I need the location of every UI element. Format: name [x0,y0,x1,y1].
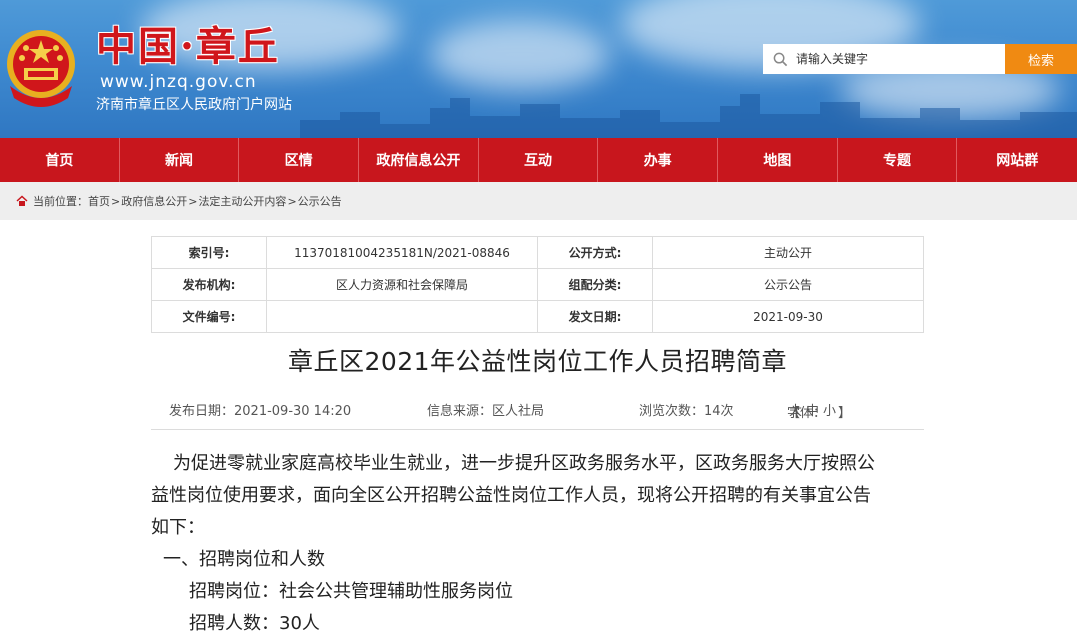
font-bracket-open: 【 [787,406,801,421]
recruit-post: 招聘岗位：社会公共管理辅助性服务岗位 [189,581,513,602]
nav-item-services[interactable]: 办事 [598,138,719,182]
issue-date-label: 发文日期: [537,300,653,333]
publish-date: 发布日期：2021-09-30 14:20 [169,404,352,419]
site-url: www.jnzq.gov.cn [100,72,257,92]
breadcrumb-separator: > [287,194,297,208]
font-size-switcher: 字体： 【大中小】 [787,400,851,421]
publisher-value: 区人力资源和社会保障局 [266,268,538,301]
paragraph-line: 如下： [151,517,205,538]
paragraph-line: 益性岗位使用要求，面向全区公开招聘公益性岗位工作人员，现将公开招聘的有关事宜公告 [151,485,871,506]
table-row: 发布机构: 区人力资源和社会保障局 组配分类: 公示公告 [151,268,924,301]
nav-item-home[interactable]: 首页 [0,138,120,182]
national-emblem-icon [7,30,75,107]
category-value: 公示公告 [652,268,924,301]
city-skyline-decoration [300,94,1077,138]
home-icon [16,195,28,206]
site-logo-text: 中国·章丘 [96,23,280,70]
view-count: 浏览次数：14次 [639,404,734,419]
nav-item-topics[interactable]: 专题 [838,138,958,182]
main-nav: 首页 新闻 区情 政府信息公开 互动 办事 地图 专题 网站群 [0,138,1077,182]
nav-item-news[interactable]: 新闻 [120,138,240,182]
search-icon [773,52,788,66]
site-subtitle: 济南市章丘区人民政府门户网站 [96,97,292,113]
nav-item-map[interactable]: 地图 [718,138,838,182]
breadcrumb: 当前位置： 首页 > 政府信息公开 > 法定主动公开内容 > 公示公告 [0,182,1077,220]
nav-item-gov-info-disclosure[interactable]: 政府信息公开 [359,138,479,182]
breadcrumb-item-notices[interactable]: 公示公告 [298,193,342,209]
publisher-label: 发布机构: [151,268,267,301]
breadcrumb-item-gov-info[interactable]: 政府信息公开 [121,193,187,209]
font-bracket-close: 】 [838,406,852,421]
nav-item-interaction[interactable]: 互动 [479,138,599,182]
recruit-count: 招聘人数：30人 [189,613,320,634]
breadcrumb-item-home[interactable]: 首页 [88,193,110,209]
index-label: 索引号: [151,236,267,269]
paragraph-line: 为促进零就业家庭高校毕业生就业，进一步提升区政务服务水平，区政务服务大厅按照公 [173,453,875,474]
nav-item-site-group[interactable]: 网站群 [957,138,1077,182]
info-source: 信息来源：区人社局 [427,404,545,419]
article-body: 为促进零就业家庭高校毕业生就业，进一步提升区政务服务水平，区政务服务大厅按照公 … [151,448,916,640]
doc-number-value [266,300,538,333]
category-label: 组配分类: [537,268,653,301]
breadcrumb-separator: > [188,194,198,208]
site-banner: 中国·章丘 www.jnzq.gov.cn 济南市章丘区人民政府门户网站 检索 [0,0,1077,138]
article-meta: 发布日期：2021-09-30 14:20 信息来源：区人社局 浏览次数：14次… [151,398,924,430]
search-input[interactable] [796,52,996,66]
search-bar: 检索 [763,44,1077,74]
breadcrumb-item-statutory[interactable]: 法定主动公开内容 [198,193,286,209]
nav-item-district-info[interactable]: 区情 [239,138,360,182]
search-box [763,44,1005,74]
section-heading: 一、招聘岗位和人数 [163,549,325,570]
document-info-table: 索引号: 11370181004235181N/2021-08846 公开方式:… [151,236,924,333]
open-mode-value: 主动公开 [652,236,924,269]
article-title: 章丘区2021年公益性岗位工作人员招聘简章 [287,347,788,376]
table-row: 文件编号: 发文日期: 2021-09-30 [151,300,924,333]
doc-number-label: 文件编号: [151,300,267,333]
breadcrumb-prefix: 当前位置： [33,195,88,208]
open-mode-label: 公开方式: [537,236,653,269]
search-button[interactable]: 检索 [1005,44,1077,74]
issue-date-value: 2021-09-30 [652,300,924,333]
index-value: 11370181004235181N/2021-08846 [266,236,538,269]
breadcrumb-separator: > [111,194,121,208]
table-row: 索引号: 11370181004235181N/2021-08846 公开方式:… [151,236,924,269]
